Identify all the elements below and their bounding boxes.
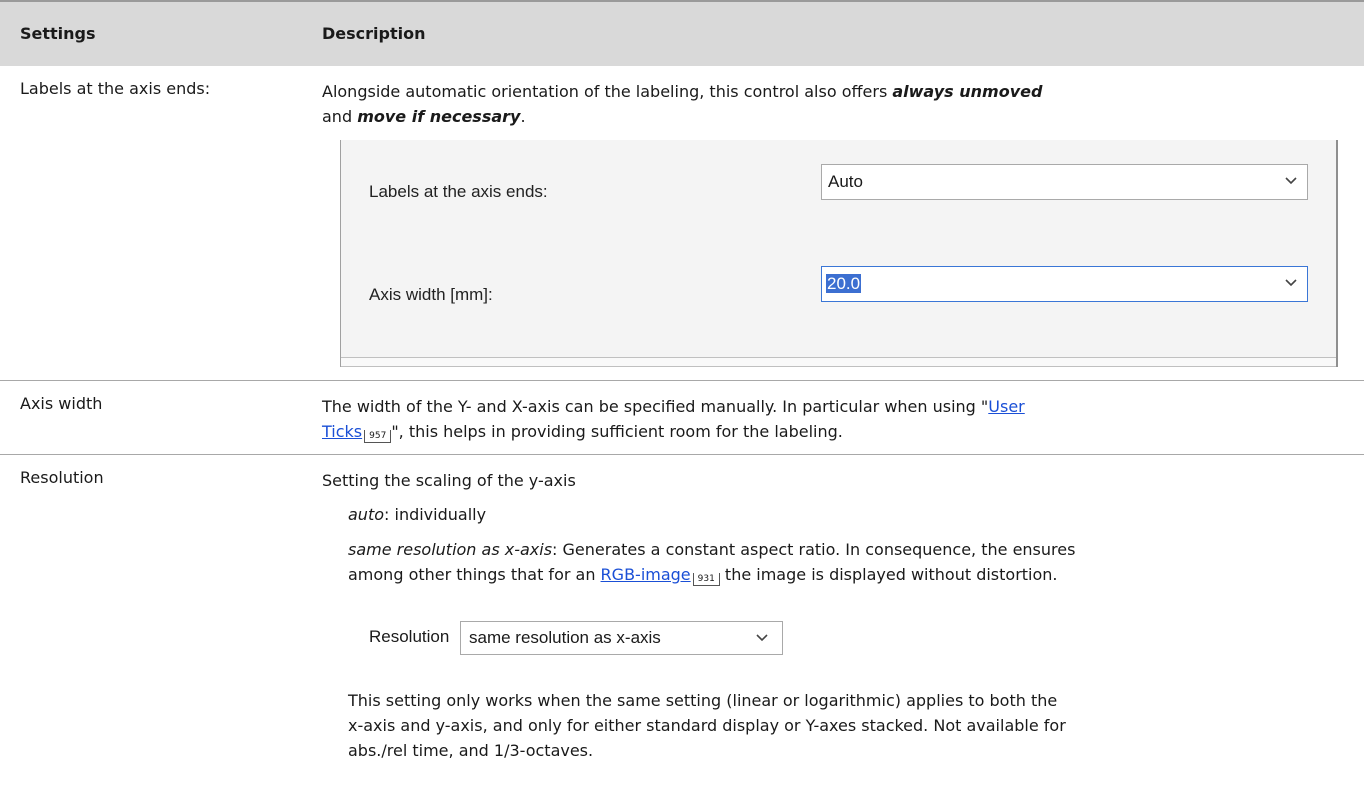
- axis-settings-dialog-image: Labels at the axis ends: Auto Axis width…: [340, 140, 1338, 367]
- desc-text: .: [520, 107, 526, 126]
- dialog-bottom-edge: [341, 357, 1336, 367]
- dialog-axis-width-label: Axis width [mm]:: [369, 285, 493, 304]
- page-ref-957[interactable]: 957: [364, 430, 392, 443]
- resolution-combo-label: Resolution: [369, 627, 450, 646]
- resolution-note: This setting only works when the same se…: [348, 688, 1348, 763]
- axis-width-combobox[interactable]: 20.0: [821, 266, 1308, 302]
- note-line: This setting only works when the same se…: [348, 691, 1058, 710]
- note-line: abs./rel time, and 1/3-octaves.: [348, 741, 594, 760]
- desc-text: the image is displayed without distortio…: [719, 565, 1058, 584]
- resolution-same-line: same resolution as x-axis: Generates a c…: [348, 537, 1348, 587]
- labels-dropdown-value: Auto: [828, 172, 863, 191]
- user-ticks-link-part2[interactable]: Ticks: [322, 422, 362, 441]
- em-same-resolution: same resolution as x-axis: [348, 540, 553, 559]
- page-ref-931[interactable]: 931: [692, 573, 720, 586]
- chevron-down-icon: [756, 634, 768, 642]
- resolution-dropdown[interactable]: same resolution as x-axis: [460, 621, 783, 655]
- resolution-line1: Setting the scaling of the y-axis: [322, 471, 576, 490]
- em-move-if-necessary: move if necessary: [357, 107, 521, 126]
- labels-dropdown[interactable]: Auto: [821, 164, 1308, 200]
- header-description: Description: [322, 24, 426, 43]
- row-divider: [0, 380, 1364, 381]
- row-divider: [0, 454, 1364, 455]
- resolution-dropdown-value: same resolution as x-axis: [469, 628, 661, 647]
- note-line: x-axis and y-axis, and only for either s…: [348, 716, 1066, 735]
- desc-text: among other things that for an: [348, 565, 601, 584]
- desc-text: The width of the Y- and X-axis can be sp…: [322, 397, 989, 416]
- row-desc-axis-width: The width of the Y- and X-axis can be sp…: [322, 394, 1322, 444]
- em-auto: auto: [348, 505, 385, 524]
- desc-text: Alongside automatic orientation of the l…: [322, 82, 893, 101]
- desc-text: ", this helps in providing sufficient ro…: [391, 422, 843, 441]
- row-label-axis-width: Axis width: [20, 394, 103, 413]
- row-desc-labels: Alongside automatic orientation of the l…: [322, 79, 1322, 129]
- chevron-down-icon: [1285, 279, 1297, 287]
- rgb-image-link[interactable]: RGB-image: [601, 565, 691, 584]
- dialog-labels-label: Labels at the axis ends:: [369, 182, 548, 201]
- desc-text: : Generates a constant aspect ratio. In …: [552, 540, 1076, 559]
- header-settings: Settings: [20, 24, 96, 43]
- table-header: Settings Description: [0, 0, 1364, 66]
- user-ticks-link-part1[interactable]: User: [988, 397, 1024, 416]
- desc-text: and: [322, 107, 358, 126]
- em-always-unmoved: always unmoved: [892, 82, 1043, 101]
- resolution-auto-line: auto: individually: [348, 502, 1348, 527]
- desc-text: : individually: [384, 505, 487, 524]
- row-label-resolution: Resolution: [20, 468, 104, 487]
- axis-width-value: 20.0: [826, 274, 862, 293]
- row-label-labels: Labels at the axis ends:: [20, 79, 211, 98]
- chevron-down-icon: [1285, 177, 1297, 185]
